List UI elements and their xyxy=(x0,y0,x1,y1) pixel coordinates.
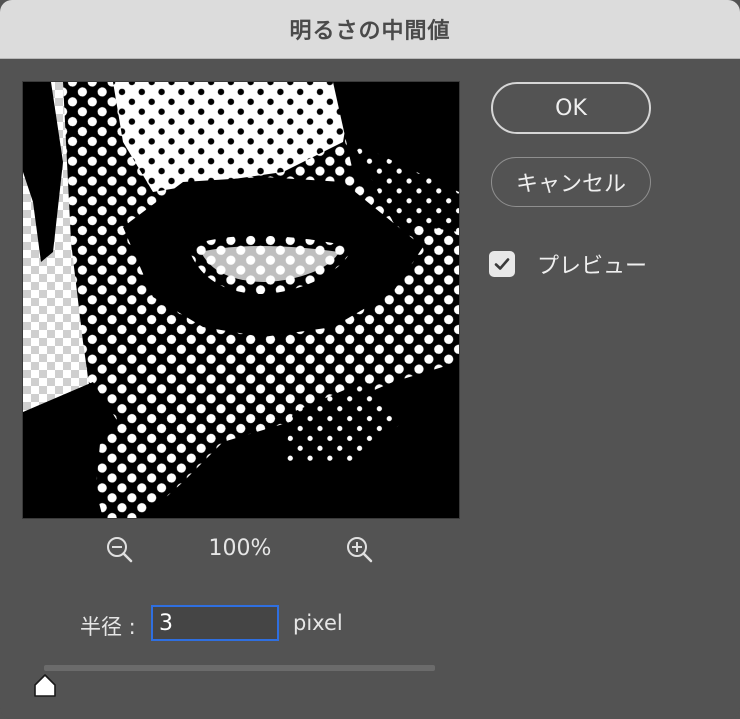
zoom-out-button[interactable] xyxy=(100,530,140,570)
zoom-out-icon xyxy=(107,537,133,563)
radius-unit-label: pixel xyxy=(293,611,343,635)
filter-preview-image[interactable] xyxy=(22,81,460,519)
cancel-button[interactable]: キャンセル xyxy=(491,157,651,207)
title-bar[interactable]: 明るさの中間値 xyxy=(0,0,740,59)
radius-label: 半径 : xyxy=(80,615,136,639)
radius-slider-thumb[interactable] xyxy=(32,673,58,699)
dialog-title: 明るさの中間値 xyxy=(289,19,451,44)
zoom-level-text: 100% xyxy=(208,536,272,561)
zoom-controls: 100% xyxy=(100,530,390,570)
slider-thumb-icon xyxy=(34,674,56,697)
zoom-in-button[interactable] xyxy=(340,530,380,570)
preview-toggle[interactable]: プレビュー xyxy=(489,250,648,279)
ok-button[interactable]: OK xyxy=(491,82,651,134)
preview-checkbox[interactable] xyxy=(489,251,515,277)
halftone-preview-graphic xyxy=(23,82,459,518)
preview-label: プレビュー xyxy=(537,254,648,279)
radius-slider-track[interactable] xyxy=(44,665,435,671)
zoom-in-icon xyxy=(347,537,373,563)
radius-input[interactable] xyxy=(151,605,279,641)
median-filter-dialog: 明るさの中間値 100% 半径: 3 pixel OK キャンセル プレビュー xyxy=(0,0,740,719)
checkmark-icon xyxy=(494,258,510,270)
